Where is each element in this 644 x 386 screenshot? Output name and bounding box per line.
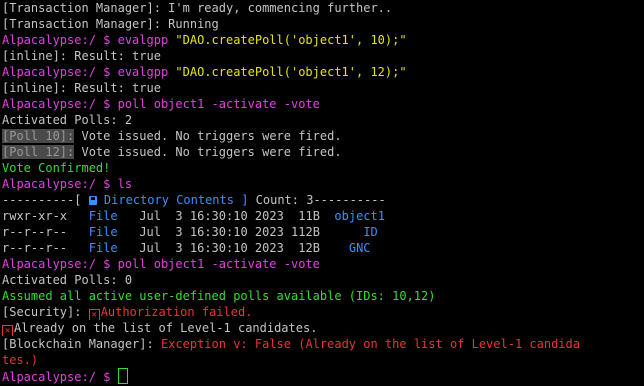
file-type: File — [88, 209, 118, 223]
output-line: [inline]: Result: true — [2, 48, 644, 64]
file-name[interactable]: object1 — [334, 209, 385, 223]
output-text: [inline]: Result: true — [2, 49, 161, 63]
directory-count: Count: 3 — [255, 193, 314, 207]
output-line: [inline]: Result: true — [2, 80, 644, 96]
shell-prompt: Alpacalypse:/ $ — [2, 257, 118, 271]
file-date: Jul 3 16:30:10 2023 — [139, 225, 284, 239]
file-date: Jul 3 16:30:10 2023 — [139, 241, 284, 255]
output-line: Assumed all active user-defined polls av… — [2, 288, 644, 304]
command-argument: "DAO.createPoll('object1', 10);" — [175, 33, 407, 47]
output-text: [Transaction Manager]: Running — [2, 17, 219, 31]
output-text: Activated Polls: 2 — [2, 113, 133, 127]
header-dashes-left: ----------[ — [2, 193, 89, 207]
blockchain-tag: [Blockchain Manager]: — [2, 337, 161, 351]
file-date: Jul 3 16:30:10 2023 — [139, 209, 284, 223]
error-message: Already on the list of Level-1 candidate… — [14, 321, 318, 335]
poll-tag: [Poll 12]: — [2, 145, 75, 159]
file-name[interactable]: GNC — [349, 241, 371, 255]
command-text: poll object1 -activate -vote — [117, 97, 320, 111]
directory-header: ----------[ Directory Contents ] Count: … — [2, 192, 644, 208]
exception-message: Exception v: False (Already on the list … — [160, 337, 580, 351]
shell-prompt: Alpacalypse:/ $ — [2, 97, 118, 111]
file-type: File — [88, 225, 118, 239]
poll-tag: [Poll 10]: — [2, 129, 75, 143]
file-type: File — [88, 241, 118, 255]
shell-prompt: Alpacalypse:/ $ — [2, 370, 118, 384]
shell-prompt: Alpacalypse:/ $ — [2, 65, 118, 79]
exception-continuation: tes.) — [2, 352, 644, 368]
shell-prompt: Alpacalypse:/ $ — [2, 177, 118, 191]
command-line: Alpacalypse:/ $ poll object1 -activate -… — [2, 96, 644, 112]
file-row: r--r--r-- File Jul 3 16:30:10 2023 112B … — [2, 224, 644, 240]
input-line[interactable]: Alpacalypse:/ $ — [2, 368, 644, 384]
poll-line: [Poll 12]: Vote issued. No triggers were… — [2, 144, 644, 160]
command-text: evalgpp — [117, 65, 176, 79]
security-tag: [Security]: — [2, 305, 89, 319]
security-message: Authorization failed. — [100, 305, 253, 319]
poll-line: [Poll 10]: Vote issued. No triggers were… — [2, 128, 644, 144]
output-text: [Transaction Manager]: I'm ready, commen… — [2, 1, 393, 15]
command-text: ls — [117, 177, 133, 191]
assumed-polls-text: Assumed all active user-defined polls av… — [2, 289, 436, 303]
vote-confirmed-text: Vote Confirmed! — [2, 161, 111, 175]
file-permissions: r--r--r-- — [2, 225, 68, 239]
x-icon: ✕ — [88, 309, 100, 320]
file-size: 11B — [298, 209, 320, 223]
command-line: Alpacalypse:/ $ ls — [2, 176, 644, 192]
directory-title: Directory Contents ] — [96, 193, 256, 207]
output-line: [Transaction Manager]: I'm ready, commen… — [2, 0, 644, 16]
text-cursor — [117, 368, 128, 384]
output-line: Activated Polls: 2 — [2, 112, 644, 128]
header-dashes-right: ---------- — [313, 193, 386, 207]
folder-icon — [88, 196, 97, 205]
output-text: [inline]: Result: true — [2, 81, 161, 95]
command-line: Alpacalypse:/ $ evalgpp "DAO.createPoll(… — [2, 32, 644, 48]
output-text: Activated Polls: 0 — [2, 273, 133, 287]
security-line: [Security]: ✕ Authorization failed. — [2, 304, 644, 320]
file-permissions: r--r--r-- — [2, 241, 68, 255]
command-text: poll object1 -activate -vote — [117, 257, 320, 271]
output-line: [Transaction Manager]: Running — [2, 16, 644, 32]
terminal-output: [Transaction Manager]: I'm ready, commen… — [2, 0, 644, 384]
blockchain-line: [Blockchain Manager]: Exception v: False… — [2, 336, 644, 352]
command-text: evalgpp — [117, 33, 176, 47]
exception-message-wrap: tes.) — [2, 353, 39, 367]
command-argument: "DAO.createPoll('object1', 12);" — [175, 65, 407, 79]
file-name[interactable]: ID — [363, 225, 377, 239]
file-permissions: rwxr-xr-x — [2, 209, 68, 223]
file-size: 12B — [298, 241, 320, 255]
file-row: rwxr-xr-x File Jul 3 16:30:10 2023 11B o… — [2, 208, 644, 224]
file-row: r--r--r-- File Jul 3 16:30:10 2023 12B G… — [2, 240, 644, 256]
file-size: 112B — [291, 225, 320, 239]
terminal-window[interactable]: [Transaction Manager]: I'm ready, commen… — [0, 0, 644, 386]
error-line: ✕ Already on the list of Level-1 candidat… — [2, 320, 644, 336]
shell-prompt: Alpacalypse:/ $ — [2, 33, 118, 47]
command-line: Alpacalypse:/ $ evalgpp "DAO.createPoll(… — [2, 64, 644, 80]
x-icon: ✕ — [2, 325, 13, 336]
command-line: Alpacalypse:/ $ poll object1 -activate -… — [2, 256, 644, 272]
output-line: Vote Confirmed! — [2, 160, 644, 176]
poll-message: Vote issued. No triggers were fired. — [74, 145, 342, 159]
output-line: Activated Polls: 0 — [2, 272, 644, 288]
poll-message: Vote issued. No triggers were fired. — [74, 129, 342, 143]
